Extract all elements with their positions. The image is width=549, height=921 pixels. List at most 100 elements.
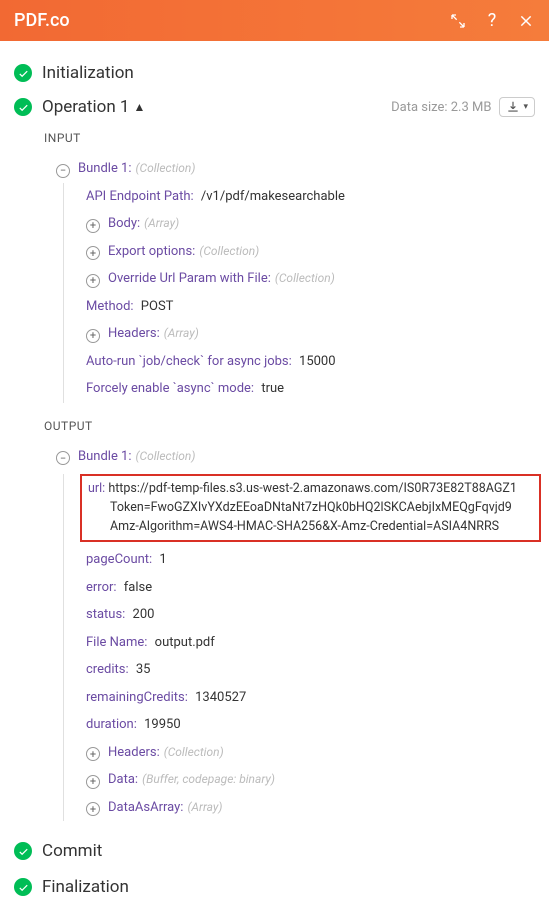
expand-icon[interactable]: + [86,274,100,288]
filename-row: File Name: output.pdf [86,629,535,657]
field-value: /v1/pdf/makesearchable [201,189,345,204]
collapse-icon[interactable]: − [56,451,70,465]
section-operation: Operation 1 ▲ Data size: 2.3 MB ▾ [14,97,535,117]
field-hint: (Collection) [164,743,224,761]
field-value: 1 [159,552,166,567]
url-value-1: https://pdf-temp-files.s3.us-west-2.amaz… [108,481,517,496]
field-hint: (Collection) [199,242,259,260]
field-label: status: [86,607,125,622]
field-value: 19950 [144,717,181,732]
field-label: Override Url Param with File: [108,269,271,289]
expand-icon[interactable]: + [86,246,100,260]
input-section: INPUT − Bundle 1: (Collection) API Endpo… [14,131,535,821]
status-row: status: 200 [86,601,535,629]
data-size-label: Data size: 2.3 MB [391,100,491,115]
duration-row: duration: 19950 [86,711,535,739]
expand-icon[interactable]: + [86,775,100,789]
headers-row[interactable]: + Headers: (Array) [86,320,535,348]
field-label: Data: [108,770,138,790]
field-label: Headers: [108,324,160,344]
section-finalization[interactable]: Finalization [14,875,535,899]
bundle-hint: (Collection) [136,447,196,465]
close-icon[interactable] [517,12,535,30]
field-label: pageCount: [86,552,152,567]
remainingcredits-row: remainingCredits: 1340527 [86,684,535,712]
output-bundle[interactable]: − Bundle 1: (Collection) [56,443,535,471]
autorun-row: Auto-run `job/check` for async jobs: 150… [86,348,535,376]
check-icon [14,98,32,116]
field-hint: (Array) [187,798,222,816]
content: Initialization Operation 1 ▲ Data size: … [0,41,549,921]
error-row: error: false [86,574,535,602]
field-label: Method: [86,299,134,314]
operation-toggle[interactable]: Operation 1 ▲ [14,97,145,117]
bundle-hint: (Collection) [136,159,196,177]
expand-icon[interactable] [449,12,467,30]
field-label: Body: [108,214,140,234]
check-icon [14,878,32,896]
out-dataasarray-row[interactable]: + DataAsArray: (Array) [86,794,535,822]
field-value: 15000 [299,354,336,369]
url-highlight-box: url: https://pdf-temp-files.s3.us-west-2… [80,474,541,542]
collapse-icon[interactable]: − [56,164,70,178]
field-label: duration: [86,717,137,732]
expand-icon[interactable]: + [86,802,100,816]
url-row: url: https://pdf-temp-files.s3.us-west-2… [88,480,533,536]
out-data-row[interactable]: + Data: (Buffer, codepage: binary) [86,766,535,794]
window-header: PDF.co ? [0,0,549,41]
field-label: File Name: [86,635,147,650]
field-label: error: [86,580,117,595]
expand-icon[interactable]: + [86,219,100,233]
field-label: DataAsArray: [108,798,183,818]
url-value-3: Amz-Algorithm=AWS4-HMAC-SHA256&X-Amz-Cre… [110,519,499,534]
bundle-label: Bundle 1: [78,159,132,179]
export-options-row[interactable]: + Export options: (Collection) [86,238,535,266]
field-label: Headers: [108,743,160,763]
method-row: Method: POST [86,293,535,321]
output-label: OUTPUT [44,419,535,433]
api-endpoint-row: API Endpoint Path: /v1/pdf/makesearchabl… [86,183,535,211]
field-hint: (Collection) [275,269,335,287]
field-value: 1340527 [195,690,246,705]
chevron-down-icon: ▾ [523,102,528,112]
field-label: url: [88,481,105,496]
section-initialization[interactable]: Initialization [14,61,535,85]
field-value: 200 [133,607,155,622]
field-value: 35 [136,662,151,677]
expand-icon[interactable]: + [86,747,100,761]
section-title: Finalization [42,877,129,897]
field-hint: (Array) [144,214,179,232]
section-title: Commit [42,841,102,861]
help-icon[interactable]: ? [483,12,501,30]
expand-icon[interactable]: + [86,329,100,343]
field-value: output.pdf [155,635,215,650]
field-hint: (Buffer, codepage: binary) [142,770,275,788]
bundle-label: Bundle 1: [78,447,132,467]
forceasync-row: Forcely enable `async` mode: true [86,375,535,403]
header-actions: ? [449,12,535,30]
field-label: credits: [86,662,129,677]
field-hint: (Array) [164,324,199,342]
field-label: remainingCredits: [86,690,188,705]
section-commit[interactable]: Commit [14,839,535,863]
override-url-row[interactable]: + Override Url Param with File: (Collect… [86,265,535,293]
pagecount-row: pageCount: 1 [86,546,535,574]
credits-row: credits: 35 [86,656,535,684]
check-icon [14,842,32,860]
caret-up-icon: ▲ [133,100,145,114]
input-bundle[interactable]: − Bundle 1: (Collection) [56,155,535,183]
field-value: POST [141,299,174,314]
section-title: Initialization [42,63,134,83]
header-title: PDF.co [14,10,70,31]
url-value-2: Token=FwoGZXIvYXdzEEoaDNtaNt7zHQk0bHQ2lS… [110,500,512,515]
out-headers-row[interactable]: + Headers: (Collection) [86,739,535,767]
field-value: true [261,381,284,396]
field-value: false [124,580,152,595]
field-label: Export options: [108,242,195,262]
field-label: Auto-run `job/check` for async jobs: [86,354,292,369]
body-row[interactable]: + Body: (Array) [86,210,535,238]
input-label: INPUT [44,131,535,145]
download-button[interactable]: ▾ [499,97,535,117]
field-label: API Endpoint Path: [86,189,194,204]
section-title: Operation 1 [42,97,129,117]
